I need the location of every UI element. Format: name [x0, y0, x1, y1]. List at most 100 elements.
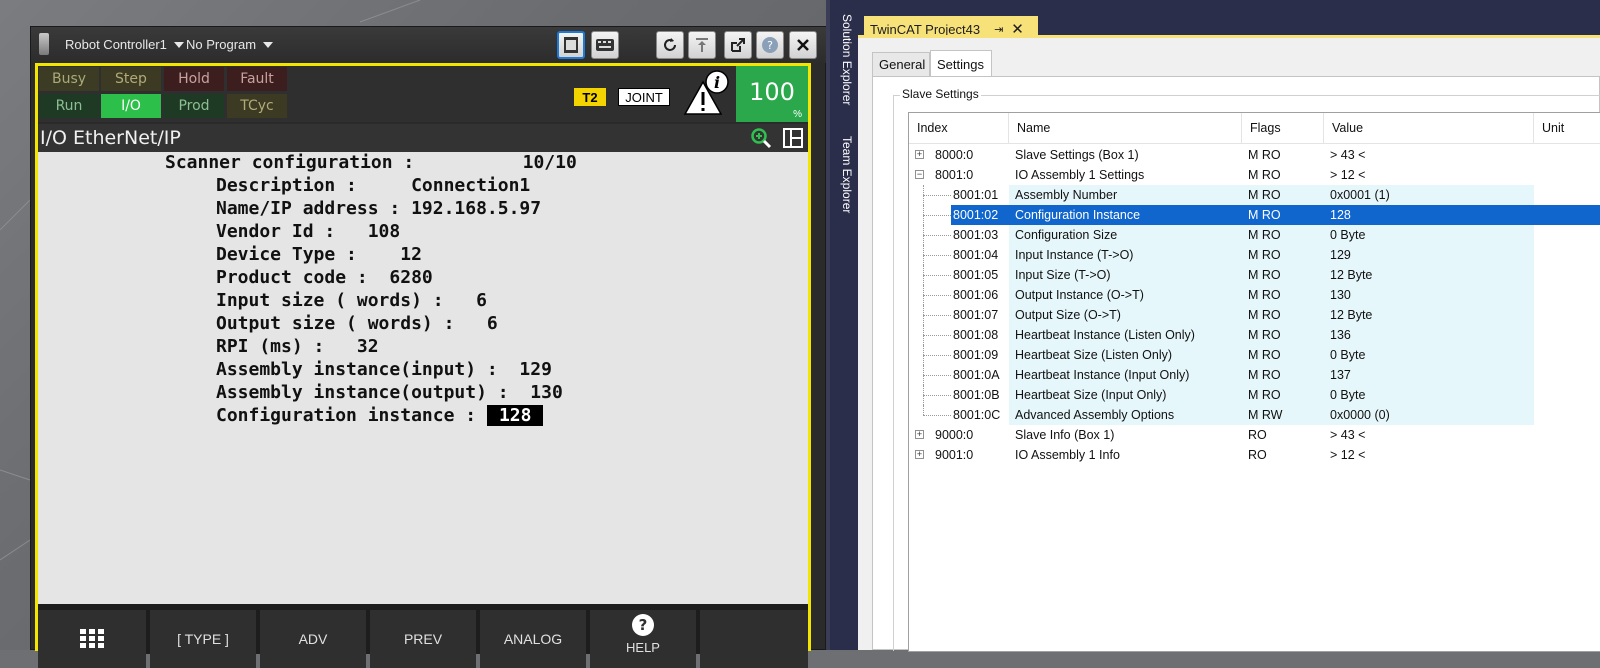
svg-text:?: ?: [767, 39, 773, 52]
function-key-bar: [ TYPE ] ADV PREV ANALOG ? HELP: [38, 604, 808, 668]
cell-name: Advanced Assembly Options: [1009, 405, 1242, 425]
cell-value: 129: [1324, 245, 1534, 265]
config-line: RPI (ms) : 32: [216, 336, 379, 357]
table-row[interactable]: 8001:08 Heartbeat Instance (Listen Only) M…: [909, 325, 1600, 345]
config-line-label: Configuration instance :: [216, 405, 487, 426]
table-row[interactable]: 8001:0B Heartbeat Size (Input Only) M RO 0 …: [909, 385, 1600, 405]
override-display[interactable]: 100 %: [736, 66, 808, 122]
cell-name: Slave Settings (Box 1): [1015, 148, 1139, 162]
pin-icon[interactable]: ⇥: [994, 23, 1003, 36]
cell-name: Configuration Instance: [1009, 205, 1242, 225]
warning-info-icon[interactable]: i: [681, 70, 731, 116]
table-row[interactable]: 8001:01 Assembly Number M RO 0x0001 (1): [909, 185, 1600, 205]
fkey-type-button[interactable]: [ TYPE ]: [150, 610, 256, 668]
fkey-help-button[interactable]: ? HELP: [590, 610, 696, 668]
table-row[interactable]: +9000:0 Slave Info (Box 1) RO > 43 <: [909, 425, 1600, 445]
cell-value: 0 Byte: [1324, 345, 1534, 365]
cell-value: 137: [1324, 365, 1534, 385]
cell-index: 9001:0: [935, 448, 974, 462]
status-step: Step: [101, 67, 161, 91]
cell-name: Heartbeat Size (Listen Only): [1009, 345, 1242, 365]
config-line: Vendor Id : 108: [216, 221, 401, 242]
cell-value: > 43 <: [1330, 148, 1366, 162]
cell-flags: M RW: [1242, 405, 1324, 425]
fkey-empty-button[interactable]: [700, 610, 808, 668]
fkey-prev-button[interactable]: PREV: [370, 610, 476, 668]
column-name[interactable]: Name: [1009, 113, 1242, 144]
tab-settings[interactable]: Settings: [930, 50, 992, 77]
table-row[interactable]: 8001:0A Heartbeat Instance (Input Only) M …: [909, 365, 1600, 385]
screen-title: I/O EtherNet/IP: [40, 127, 181, 149]
column-value[interactable]: Value: [1324, 113, 1534, 144]
cell-name: Assembly Number: [1009, 185, 1242, 205]
slave-settings-group: Slave Settings Index Name Flags Value Un…: [893, 87, 1600, 652]
table-row[interactable]: 8001:03 Configuration Size M RO 0 Byte: [909, 225, 1600, 245]
cell-index: 8001:0A: [953, 368, 1000, 382]
cell-flags: M RO: [1248, 168, 1281, 182]
config-line: Output size ( words) : 6: [216, 313, 498, 334]
cell-name: Heartbeat Instance (Input Only): [1009, 365, 1242, 385]
reset-button[interactable]: [656, 31, 684, 59]
screen-select-button[interactable]: [557, 31, 585, 59]
grid-menu-icon: [80, 629, 104, 648]
close-button[interactable]: [789, 31, 817, 59]
table-row[interactable]: 8001:09 Heartbeat Size (Listen Only) M RO 0…: [909, 345, 1600, 365]
fkey-analog-button[interactable]: ANALOG: [480, 610, 586, 668]
status-hold: Hold: [164, 67, 224, 91]
cell-name: Configuration Size: [1009, 225, 1242, 245]
mode-badge: T2: [574, 88, 606, 106]
cell-value: 0 Byte: [1324, 385, 1534, 405]
table-row[interactable]: +9001:0 IO Assembly 1 Info RO > 12 <: [909, 445, 1600, 465]
table-row[interactable]: 8001:07 Output Size (O->T) M RO 12 Byte: [909, 305, 1600, 325]
close-icon: [797, 39, 809, 51]
zoom-in-icon[interactable]: [750, 127, 772, 149]
table-row[interactable]: +8000:0 Slave Settings (Box 1) M RO > 43 <: [909, 145, 1600, 165]
split-window-icon[interactable]: [782, 127, 804, 149]
cell-index: 9000:0: [935, 428, 974, 442]
cell-value: 0x0001 (1): [1324, 185, 1534, 205]
help-button[interactable]: ?: [756, 31, 784, 59]
solution-explorer-tab[interactable]: Solution Explorer: [834, 14, 854, 105]
fkey-adv-button[interactable]: ADV: [260, 610, 366, 668]
keyboard-button[interactable]: [591, 31, 619, 59]
cell-value: > 12 <: [1330, 448, 1366, 462]
teach-pendant-window: Robot Controller1 No Program ? Busy Step…: [30, 26, 827, 668]
column-unit[interactable]: Unit: [1534, 113, 1600, 144]
table-row[interactable]: 8001:04 Input Instance (T->O) M RO 129: [909, 245, 1600, 265]
cell-name: IO Assembly 1 Settings: [1015, 168, 1145, 182]
table-row[interactable]: −8001:0 IO Assembly 1 Settings M RO > 12 <: [909, 165, 1600, 185]
status-fault: Fault: [227, 67, 287, 91]
external-link-button[interactable]: [724, 31, 752, 59]
config-instance-value[interactable]: 128: [486, 405, 544, 426]
team-explorer-tab[interactable]: Team Explorer: [834, 136, 854, 213]
table-row[interactable]: 8001:0C Advanced Assembly Options M RW 0x00…: [909, 405, 1600, 425]
status-io: I/O: [101, 94, 161, 118]
cell-index: 8001:0C: [953, 408, 1001, 422]
override-value: 100: [749, 78, 795, 106]
cell-index: 8001:01: [953, 188, 999, 202]
config-line: Product code : 6280: [216, 267, 433, 288]
column-flags[interactable]: Flags: [1242, 113, 1324, 144]
help-icon: ?: [632, 614, 654, 636]
step-icon: [696, 38, 708, 52]
step-button[interactable]: [688, 31, 716, 59]
controller-dropdown[interactable]: Robot Controller1: [65, 37, 184, 52]
cell-flags: M RO: [1242, 285, 1324, 305]
cell-value: 12 Byte: [1324, 265, 1534, 285]
status-busy: Busy: [39, 67, 99, 91]
menu-grid-button[interactable]: [38, 610, 146, 668]
table-row[interactable]: 8001:02 Configuration Instance M RO 128: [909, 205, 1600, 225]
svg-text:i: i: [714, 73, 720, 92]
pendant-titlebar: Robot Controller1 No Program ?: [31, 27, 827, 63]
coord-badge[interactable]: JOINT: [618, 88, 670, 106]
tab-general[interactable]: General: [872, 52, 930, 76]
cell-flags: RO: [1248, 428, 1267, 442]
program-dropdown[interactable]: No Program: [186, 37, 274, 52]
cell-flags: M RO: [1242, 245, 1324, 265]
column-index[interactable]: Index: [909, 113, 1009, 144]
table-row[interactable]: 8001:05 Input Size (T->O) M RO 12 Byte: [909, 265, 1600, 285]
group-label: Slave Settings: [900, 87, 981, 101]
cell-index: 8001:02: [951, 205, 1009, 225]
cell-value: 128: [1324, 205, 1600, 225]
table-row[interactable]: 8001:06 Output Instance (O->T) M RO 130: [909, 285, 1600, 305]
